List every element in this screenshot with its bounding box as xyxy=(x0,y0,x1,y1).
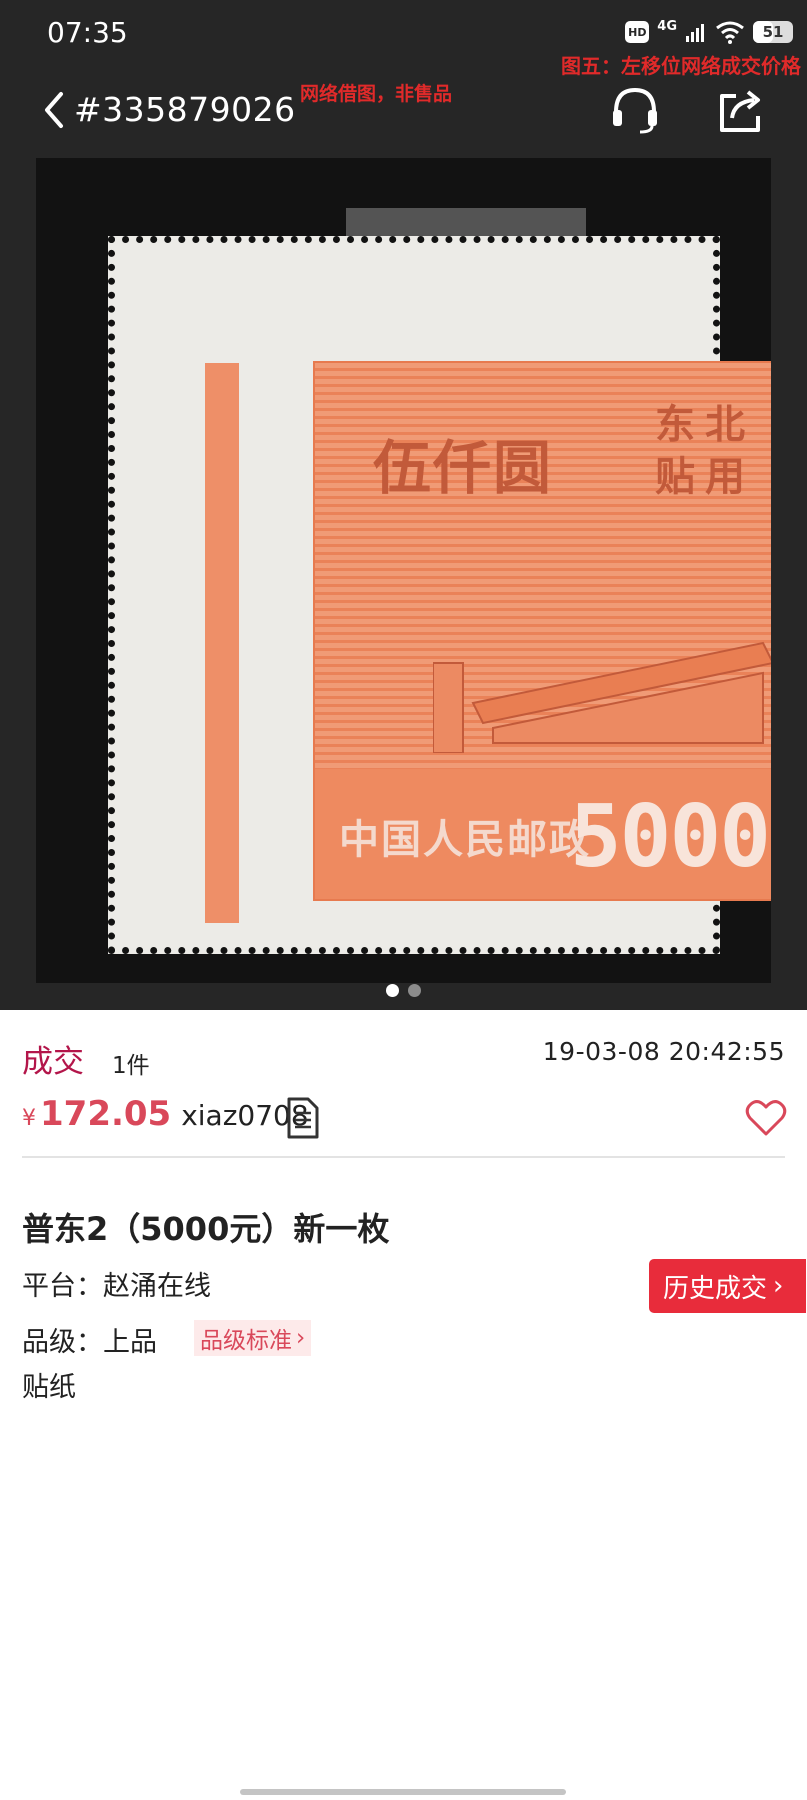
platform-line: 平台：赵涌在线 xyxy=(22,1271,211,1302)
stamp-denomination-cn: 伍仟圆 xyxy=(373,434,554,502)
cellular-signal-icon xyxy=(686,24,704,42)
hd-badge: HD xyxy=(625,21,650,43)
item-note: 贴纸 xyxy=(22,1372,76,1403)
stamp-value-text: 5000 xyxy=(569,787,771,887)
status-time: 07:35 xyxy=(47,16,128,49)
back-arrow-icon xyxy=(45,92,63,128)
grade-standard-label: 品级标准 xyxy=(200,1328,292,1354)
customer-service-button[interactable] xyxy=(608,84,662,136)
stamp-paper: 伍仟圆 东北 贴用 中国人民邮政 5000 xyxy=(108,236,771,954)
price-value: 172.05 xyxy=(40,1094,172,1134)
gallery-pagination xyxy=(0,984,807,997)
chevron-right-icon: › xyxy=(296,1325,306,1351)
favorite-button[interactable] xyxy=(745,1098,787,1138)
price-currency-symbol: ¥ xyxy=(22,1106,36,1131)
grade-standard-link[interactable]: 品级标准 › xyxy=(194,1320,312,1356)
image-caption: 图五：左移位网络成交价格 xyxy=(561,54,801,78)
tiananmen-gate-illustration xyxy=(433,641,771,753)
stamp-country-text: 中国人民邮政 xyxy=(339,817,591,863)
stamp-face: 伍仟圆 东北 贴用 中国人民邮政 5000 xyxy=(313,361,771,901)
chevron-right-icon: › xyxy=(773,1271,784,1301)
battery-icon: 51 xyxy=(753,21,793,43)
nav-bar: #335879026 网络借图，非售品 图五：左移位网络成交价格 xyxy=(0,54,807,160)
pagination-dot[interactable] xyxy=(408,984,421,997)
headset-icon xyxy=(613,87,657,134)
history-deals-button[interactable]: 历史成交 › xyxy=(648,1258,807,1314)
home-indicator[interactable] xyxy=(240,1789,566,1795)
wifi-icon xyxy=(716,21,744,44)
network-type-label: 4G xyxy=(657,18,677,34)
document-button[interactable] xyxy=(286,1096,320,1140)
price-row: ¥ 172.05 xiaz0708 xyxy=(22,1094,309,1142)
divider xyxy=(22,1156,785,1158)
stamp-region-text: 东北 贴用 xyxy=(655,401,755,500)
deal-status: 成交 xyxy=(22,1044,84,1080)
item-title: 普东2（5000元）新一枚 xyxy=(22,1210,390,1248)
share-button[interactable] xyxy=(714,84,768,136)
grade-line: 品级：上品 xyxy=(22,1327,157,1358)
page: 07:35 HD 4G 51 #335879026 网络借图，非售品 图五：左移… xyxy=(0,0,807,1800)
back-button[interactable] xyxy=(34,88,74,132)
battery-level-text: 51 xyxy=(762,23,784,41)
heart-icon xyxy=(745,1100,787,1136)
history-deals-label: 历史成交 xyxy=(663,1273,768,1304)
deal-time: 19-03-08 20:42:55 xyxy=(542,1037,785,1066)
deal-quantity: 1件 xyxy=(112,1053,150,1079)
image-notice: 网络借图，非售品 xyxy=(300,83,453,105)
item-id: #335879026 xyxy=(74,90,296,129)
stamp-bottom-band: 中国人民邮政 5000 xyxy=(315,769,771,899)
stamp-image[interactable]: 伍仟圆 东北 贴用 中国人民邮政 5000 xyxy=(36,158,771,983)
pagination-dot[interactable] xyxy=(386,984,399,997)
top-area: 07:35 HD 4G 51 #335879026 网络借图，非售品 图五：左移… xyxy=(0,0,807,1010)
stamp-left-strip xyxy=(205,363,239,923)
document-icon xyxy=(287,1097,319,1139)
share-icon xyxy=(720,90,760,132)
status-icons: HD 4G 51 xyxy=(625,18,793,46)
